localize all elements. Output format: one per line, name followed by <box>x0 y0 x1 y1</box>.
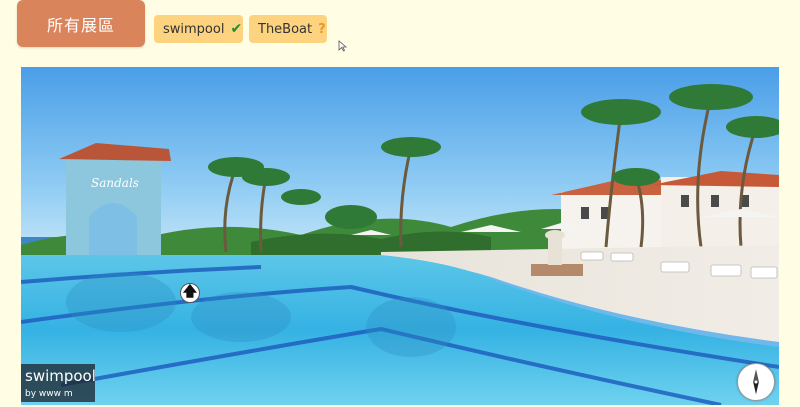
top-bar: 所有展區 swimpool ✔ TheBoat ? <box>0 0 800 60</box>
tag-theboat-label: TheBoat <box>258 21 313 37</box>
scene-author: by www m <box>25 389 73 399</box>
tag-swimpool-label: swimpool <box>163 21 225 37</box>
check-icon: ✔ <box>230 21 243 37</box>
mouse-cursor-icon <box>338 40 347 52</box>
panorama-image: Sandals <box>21 67 779 405</box>
question-icon: ? <box>318 21 326 37</box>
compass-icon[interactable] <box>737 363 775 401</box>
tag-theboat[interactable]: TheBoat ? <box>249 15 327 43</box>
tag-swimpool[interactable]: swimpool ✔ <box>154 15 243 43</box>
panorama-viewer[interactable]: Sandals 🡅 swimpool by www m <box>21 67 779 405</box>
navigation-hotspot-arrow-icon[interactable]: 🡅 <box>180 283 200 303</box>
all-areas-button[interactable]: 所有展區 <box>17 0 145 47</box>
svg-text:Sandals: Sandals <box>91 176 139 190</box>
scene-info-panel: swimpool by www m <box>21 364 96 402</box>
scene-title: swimpool <box>25 367 96 385</box>
